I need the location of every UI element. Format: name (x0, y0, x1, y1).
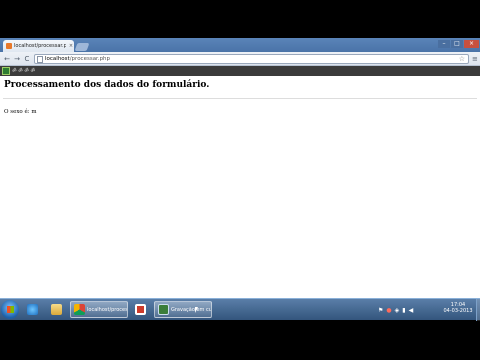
tray-record-icon[interactable]: ● (386, 307, 391, 314)
clock-date: 04-03-2013 (443, 308, 473, 314)
extension-bar: ॐ ॐ ॐ ॐ (0, 66, 480, 76)
taskbar: localhost/process... Gravação em curso..… (0, 298, 480, 321)
chrome-icon (74, 304, 85, 315)
taskbar-file-explorer[interactable] (48, 301, 70, 318)
camtasia-icon (158, 304, 169, 315)
taskbar-camtasia[interactable]: Gravação em curso... (154, 301, 212, 318)
taskbar-clock[interactable]: 17:04 04-03-2013 (440, 302, 476, 314)
browser-toolbar: ← → C localhost/processar.php ☆ ≡ (0, 52, 480, 66)
tray-volume-icon[interactable]: ◀ (409, 307, 414, 314)
forward-button[interactable]: → (13, 55, 21, 63)
folder-icon (51, 304, 62, 315)
start-button[interactable] (1, 300, 19, 319)
show-desktop-button[interactable] (476, 299, 480, 321)
maximize-button[interactable]: □ (451, 40, 463, 48)
page-content: Processamento dos dados do formulário. O… (0, 76, 480, 298)
tab-localhost[interactable]: localhost/processar.php × (3, 40, 74, 52)
bookmark-star-icon[interactable]: ☆ (459, 55, 465, 64)
taskbar-camtasia-label: Gravação em curso... (171, 306, 211, 313)
extension-icon[interactable] (2, 67, 10, 75)
close-window-button[interactable]: × (464, 40, 479, 48)
extension-label: ॐ ॐ ॐ ॐ (12, 68, 36, 74)
page-icon (37, 55, 43, 63)
page-heading: Processamento dos dados do formulário. (4, 80, 210, 90)
mouse-cursor-icon (195, 307, 198, 313)
taskbar-recorder[interactable] (132, 301, 154, 318)
minimize-button[interactable]: – (438, 40, 450, 48)
tab-close-icon[interactable]: × (68, 43, 74, 49)
result-text: O sexo é: m (4, 109, 37, 115)
tab-strip: localhost/processar.php × (0, 38, 480, 52)
record-icon (135, 304, 146, 315)
reload-button[interactable]: C (23, 55, 31, 63)
address-url: localhost/processar.php (45, 56, 111, 62)
menu-wrench-icon[interactable]: ≡ (472, 55, 478, 63)
system-tray: ⚑ ● ◈ ▮ ◀ (378, 303, 413, 317)
internet-explorer-icon (27, 304, 38, 315)
back-button[interactable]: ← (3, 55, 11, 63)
windows-logo-icon (7, 306, 14, 313)
address-bar[interactable]: localhost/processar.php ☆ (34, 54, 469, 64)
tray-network-icon[interactable]: ▮ (402, 307, 405, 314)
tray-flag-icon[interactable]: ⚑ (378, 307, 383, 314)
taskbar-internet-explorer[interactable] (24, 301, 46, 318)
new-tab-button[interactable] (74, 43, 90, 51)
tab-title: localhost/processar.php (14, 43, 66, 49)
taskbar-chrome-label: localhost/process... (87, 306, 127, 313)
horizontal-rule (3, 98, 477, 99)
page-favicon-icon (6, 43, 12, 49)
taskbar-chrome[interactable]: localhost/process... (70, 301, 128, 318)
tray-shield-icon[interactable]: ◈ (395, 307, 400, 314)
